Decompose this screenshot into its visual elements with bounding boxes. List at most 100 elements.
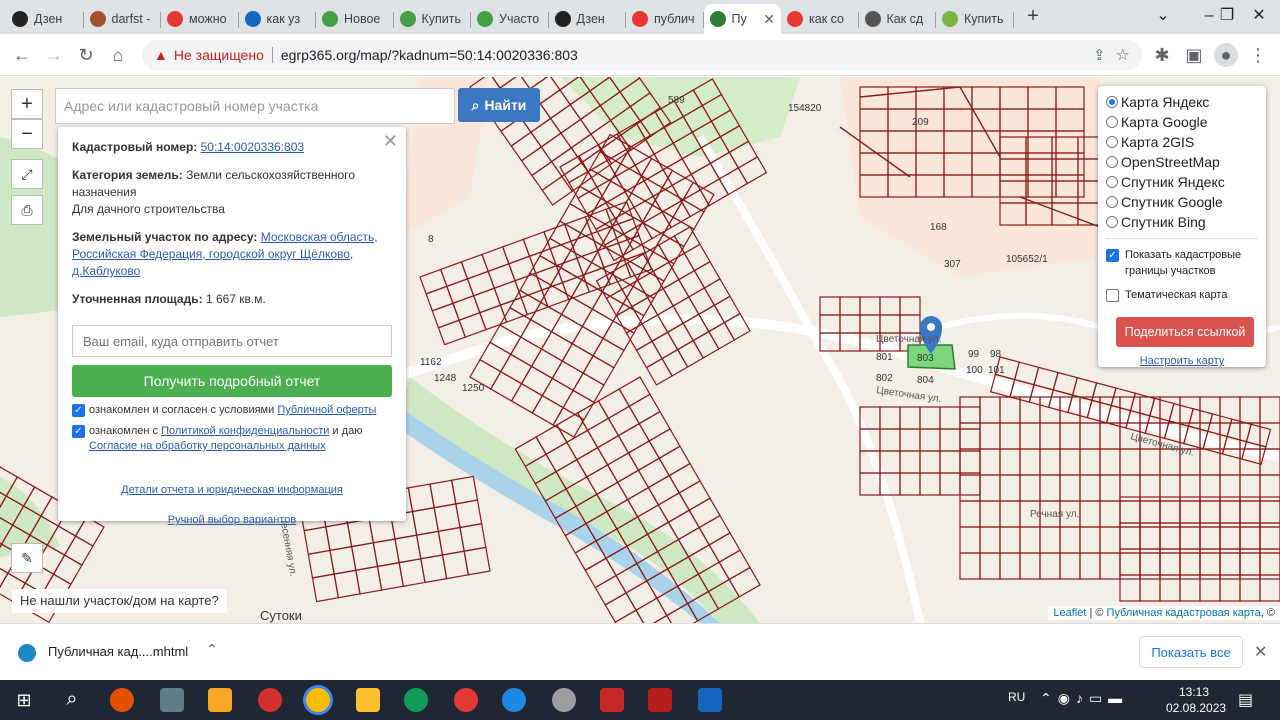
- borders-checkbox[interactable]: ✓: [1106, 249, 1119, 262]
- url-text[interactable]: egrp365.org/map/?kadnum=50:14:0020336:80…: [281, 47, 578, 63]
- offer-checkbox[interactable]: ✓: [72, 404, 85, 417]
- store-icon[interactable]: [208, 688, 232, 712]
- not-found-link[interactable]: Не нашли участок/дом на карте?: [12, 589, 227, 613]
- network-globe-icon[interactable]: [502, 688, 526, 712]
- bookmark-star-icon[interactable]: ☆: [1116, 45, 1130, 65]
- layer-option-label: Спутник Google: [1121, 194, 1223, 210]
- yandex-browser-icon[interactable]: [454, 688, 478, 712]
- thematic-checkbox[interactable]: [1106, 289, 1119, 302]
- radio-button[interactable]: [1106, 136, 1118, 148]
- cad-number-link[interactable]: 50:14:0020336:803: [201, 140, 304, 154]
- tab-8[interactable]: публич: [626, 4, 704, 34]
- pkk-link[interactable]: Публичная кадастровая карта: [1107, 607, 1261, 619]
- back-icon[interactable]: ←: [10, 43, 34, 67]
- layer-option[interactable]: Карта Яндекс: [1106, 92, 1258, 112]
- word-icon[interactable]: [698, 688, 722, 712]
- search-icon: ⌕: [471, 96, 480, 113]
- layer-option[interactable]: Карта 2GIS: [1106, 132, 1258, 152]
- cadastral-map[interactable]: 154820 105652/1 801 803 802 804 99 98 10…: [0, 77, 1280, 623]
- show-all-button[interactable]: Показать все: [1139, 636, 1243, 668]
- manual-select-link[interactable]: Ручной выбор вариантов: [168, 514, 296, 526]
- close-icon[interactable]: ✕: [1254, 642, 1267, 662]
- tab-11[interactable]: Как сд: [859, 4, 936, 34]
- input-language[interactable]: RU: [1008, 690, 1025, 704]
- tab-favicon-icon: [709, 11, 726, 27]
- zoom-in-button[interactable]: +: [11, 89, 43, 119]
- windows-start-icon[interactable]: ⊞: [12, 688, 36, 712]
- tab-7[interactable]: Дзен: [549, 4, 626, 34]
- not-secure-label[interactable]: Не защищено: [174, 47, 264, 63]
- tab-0[interactable]: Дзен: [6, 4, 84, 34]
- layer-option[interactable]: Спутник Яндекс: [1106, 172, 1258, 192]
- layer-option[interactable]: Спутник Bing: [1106, 212, 1258, 232]
- layer-option[interactable]: Спутник Google: [1106, 192, 1258, 212]
- tab-9[interactable]: Пу ✕: [703, 4, 781, 34]
- chevron-up-icon[interactable]: ⌃: [206, 641, 218, 658]
- clock[interactable]: 13:13 02.08.2023: [1166, 684, 1226, 716]
- pdf-reader-icon[interactable]: [600, 688, 624, 712]
- address-bar[interactable]: ▲ Не защищено egrp365.org/map/?kadnum=50…: [142, 40, 1142, 70]
- side-panel-icon[interactable]: ▣: [1182, 43, 1206, 67]
- tab-title: можно: [189, 12, 227, 26]
- edge-icon[interactable]: [404, 688, 428, 712]
- tab-3[interactable]: как уз: [239, 4, 316, 34]
- radio-button[interactable]: [1106, 196, 1118, 208]
- report-details-link[interactable]: Детали отчета и юридическая информация: [121, 484, 343, 496]
- tab-2[interactable]: можно: [161, 4, 239, 34]
- menu-kebab-icon[interactable]: ⋮: [1246, 43, 1270, 67]
- zoom-out-button[interactable]: −: [11, 119, 43, 149]
- reload-icon[interactable]: ↻: [74, 43, 98, 67]
- book-icon[interactable]: [648, 688, 672, 712]
- search-icon[interactable]: ⌕: [60, 688, 84, 712]
- close-icon[interactable]: ✕: [383, 131, 398, 152]
- cadastral-borders-toggle[interactable]: ✓ Показать кадастровые границы участков: [1106, 247, 1258, 279]
- fullscreen-icon[interactable]: ⤢: [11, 159, 43, 189]
- thematic-map-toggle[interactable]: Тематическая карта: [1106, 287, 1258, 303]
- print-icon[interactable]: ⎙: [11, 195, 43, 225]
- explorer-folder-icon[interactable]: [356, 688, 380, 712]
- get-report-button[interactable]: Получить подробный отчет: [72, 365, 392, 397]
- privacy-checkbox[interactable]: ✓: [72, 425, 85, 438]
- media-player-icon[interactable]: [110, 688, 134, 712]
- search-input[interactable]: [55, 88, 455, 124]
- radio-button[interactable]: [1106, 156, 1118, 168]
- close-tab-icon[interactable]: ✕: [759, 11, 775, 28]
- profile-avatar-icon[interactable]: ●: [1214, 43, 1238, 67]
- layer-option[interactable]: OpenStreetMap: [1106, 152, 1258, 172]
- close-window-icon[interactable]: ✕: [1236, 4, 1280, 30]
- share-link-button[interactable]: Поделиться ссылкой: [1116, 317, 1254, 347]
- tab-search-icon[interactable]: ⌄: [1140, 4, 1186, 30]
- leaflet-link[interactable]: Leaflet: [1053, 607, 1086, 619]
- radio-button[interactable]: [1106, 216, 1118, 228]
- forward-icon[interactable]: →: [42, 43, 66, 67]
- offer-consent-text: ознакомлен и согласен с условиями: [89, 404, 275, 416]
- computer-icon[interactable]: [160, 688, 184, 712]
- find-button[interactable]: ⌕ Найти: [458, 88, 540, 122]
- tab-5[interactable]: Купить: [394, 4, 471, 34]
- tab-10[interactable]: как со: [781, 4, 859, 34]
- privacy-policy-link[interactable]: Политикой конфиденциальности: [161, 425, 329, 437]
- measure-ruler-icon[interactable]: ✎: [11, 543, 43, 573]
- tab-1[interactable]: darfst -: [84, 4, 161, 34]
- offer-link[interactable]: Публичной оферты: [277, 404, 376, 416]
- app-icon[interactable]: [552, 688, 576, 712]
- chrome-icon[interactable]: [306, 688, 330, 712]
- new-tab-button[interactable]: +: [1020, 6, 1046, 28]
- tab-4[interactable]: Новое: [316, 4, 394, 34]
- configure-map-link[interactable]: Настроить карту: [1106, 355, 1258, 367]
- layer-option[interactable]: Карта Google: [1106, 112, 1258, 132]
- radio-button[interactable]: [1106, 176, 1118, 188]
- tab-12[interactable]: Купить: [936, 4, 1014, 34]
- tab-6[interactable]: Участо: [471, 4, 549, 34]
- share-icon[interactable]: ⇪: [1093, 46, 1106, 64]
- email-field[interactable]: [72, 325, 392, 357]
- radio-button[interactable]: [1106, 96, 1118, 108]
- data-processing-consent-link[interactable]: Согласие на обработку персональных данны…: [89, 440, 326, 452]
- notifications-icon[interactable]: ▤: [1238, 690, 1253, 710]
- radio-button[interactable]: [1106, 116, 1118, 128]
- home-icon[interactable]: ⌂: [106, 43, 130, 67]
- system-tray-icons[interactable]: ⌃◉♪▭▬: [1040, 690, 1128, 707]
- extensions-icon[interactable]: ✱: [1150, 43, 1174, 67]
- opera-icon[interactable]: [258, 688, 282, 712]
- download-filename[interactable]: Публичная кад....mhtml: [48, 644, 188, 659]
